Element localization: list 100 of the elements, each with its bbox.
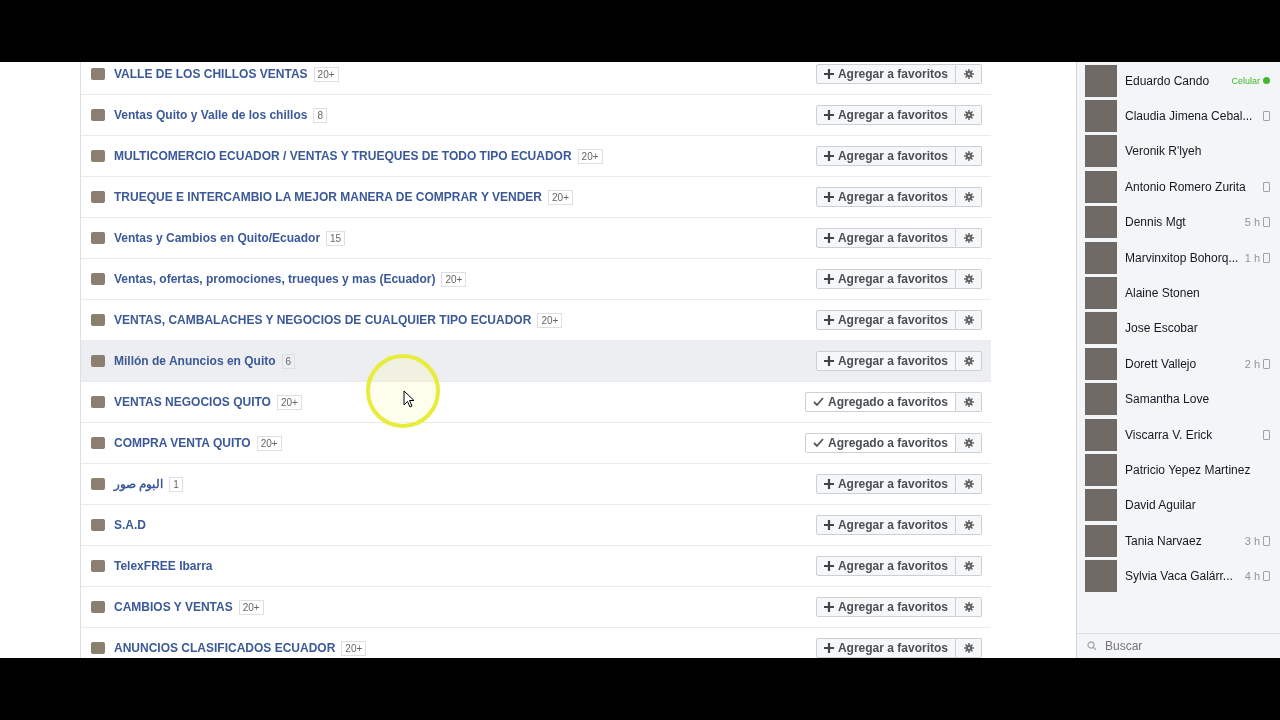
settings-button[interactable]: [956, 310, 982, 330]
settings-icon: [963, 561, 974, 571]
group-row[interactable]: MULTICOMERCIO ECUADOR / VENTAS Y TRUEQUES DE TODO TIPO ECUADOR 20+ Agregar a favoritos: [81, 136, 991, 177]
member-count: 20+: [341, 640, 367, 656]
chat-contact[interactable]: Dorett Vallejo 2 h: [1077, 346, 1280, 382]
group-name-link[interactable]: ANUNCIOS CLASIFICADOS ECUADOR: [114, 641, 336, 655]
group-icon: [91, 273, 105, 285]
group-name-link[interactable]: Ventas, ofertas, promociones, trueques y mas (Ecuador): [114, 272, 436, 286]
group-row[interactable]: Millón de Anuncios en Quito 6 Agregar a favoritos: [81, 341, 991, 382]
group-icon: [91, 355, 105, 367]
settings-button[interactable]: [956, 228, 982, 248]
member-count: 20+: [548, 189, 573, 205]
add-to-favorites-button[interactable]: Agregar a favoritos: [815, 146, 956, 166]
chat-contact[interactable]: Tania Narvaez 3 h: [1077, 523, 1280, 559]
settings-button[interactable]: [956, 433, 982, 453]
group-name-link[interactable]: CAMBIOS Y VENTAS: [114, 600, 233, 614]
chat-contact[interactable]: Patricio Yepez Martinez: [1077, 452, 1280, 488]
settings-button[interactable]: [956, 556, 982, 576]
group-row[interactable]: Ventas, ofertas, promociones, trueques y mas (Ecuador) 20+ Agregar a favoritos: [81, 259, 991, 300]
group-row[interactable]: S.A.D Agregar a favoritos: [81, 505, 991, 546]
add-to-favorites-button[interactable]: Agregar a favoritos: [815, 228, 956, 248]
group-name-link[interactable]: البوم صور: [114, 477, 164, 491]
settings-icon: [963, 69, 974, 79]
last-active-time: Celular: [1231, 75, 1260, 86]
add-to-favorites-button[interactable]: Agregar a favoritos: [815, 638, 956, 658]
group-row[interactable]: COMPRA VENTA QUITO 20+ Agregado a favoritos: [81, 423, 991, 464]
avatar-photo: [1085, 206, 1117, 239]
settings-icon: [963, 233, 974, 243]
add-to-favorites-button[interactable]: Agregar a favoritos: [815, 515, 956, 535]
add-to-favorites-button[interactable]: Agregar a favoritos: [815, 105, 956, 125]
group-row[interactable]: VALLE DE LOS CHILLOS VENTAS 20+ Agregar a favoritos: [81, 62, 991, 95]
settings-button[interactable]: [956, 351, 982, 371]
group-name-link[interactable]: Ventas Quito y Valle de los chillos: [114, 108, 308, 122]
chat-contact[interactable]: David Aguilar: [1077, 487, 1280, 524]
settings-icon: [963, 151, 974, 161]
settings-button[interactable]: [956, 515, 982, 535]
group-name-link[interactable]: S.A.D: [114, 518, 146, 532]
group-name-link[interactable]: COMPRA VENTA QUITO: [114, 436, 251, 450]
chat-contact[interactable]: Alaine Stonen: [1077, 275, 1280, 311]
added-to-favorites-button[interactable]: Agregado a favoritos: [804, 392, 956, 412]
search-field[interactable]: Buscar: [1103, 638, 1257, 654]
group-name-link[interactable]: VENTAS, CAMBALACHES Y NEGOCIOS DE CUALQUIER TIPO ECUADOR: [114, 313, 532, 327]
avatar-photo: [1085, 64, 1117, 97]
group-name-link[interactable]: Millón de Anuncios en Quito: [114, 354, 276, 368]
chat-contact[interactable]: Antonio Romero Zurita: [1077, 169, 1280, 205]
settings-button[interactable]: [956, 146, 982, 166]
group-name-link[interactable]: TRUEQUE E INTERCAMBIO LA MEJOR MANERA DE COMPRAR Y VENDER: [114, 190, 543, 204]
plus-icon: [823, 315, 834, 325]
add-to-favorites-button[interactable]: Agregar a favoritos: [815, 187, 956, 207]
added-to-favorites-button[interactable]: Agregado a favoritos: [804, 433, 956, 453]
chat-contact[interactable]: Dennis Mgt 5 h: [1077, 204, 1280, 240]
chat-contact[interactable]: Claudia Jimena Cebal...: [1077, 98, 1280, 134]
chat-contact[interactable]: Marvinxitop Bohorq... 1 h: [1077, 239, 1280, 276]
add-to-favorites-button[interactable]: Agregar a favoritos: [815, 351, 956, 371]
group-icon: [91, 560, 105, 572]
last-active-time: 2 h: [1244, 357, 1260, 370]
plus-icon: [823, 356, 834, 366]
group-icon: [91, 478, 105, 490]
settings-icon: [963, 110, 974, 120]
group-row[interactable]: TelexFREE Ibarra Agregar a favoritos: [81, 546, 991, 587]
group-row[interactable]: CAMBIOS Y VENTAS 20+ Agregar a favoritos: [81, 587, 991, 628]
settings-button[interactable]: [956, 392, 982, 412]
settings-icon: [963, 192, 974, 202]
chat-contact[interactable]: Samantha Love: [1077, 381, 1280, 417]
group-icon: [91, 68, 105, 80]
chat-contact[interactable]: Sylvia Vaca Galárr... 4 h: [1077, 558, 1280, 594]
add-to-favorites-button[interactable]: Agregar a favoritos: [815, 269, 956, 289]
group-name-link[interactable]: VALLE DE LOS CHILLOS VENTAS: [114, 67, 308, 81]
group-row[interactable]: Ventas Quito y Valle de los chillos 8 Agregar a favoritos: [81, 95, 991, 136]
settings-button[interactable]: [956, 187, 982, 207]
add-to-favorites-button[interactable]: Agregar a favoritos: [815, 556, 956, 576]
add-to-favorites-button[interactable]: Agregar a favoritos: [815, 597, 956, 617]
avatar-photo: [1085, 418, 1117, 451]
avatar-photo: [1085, 383, 1117, 416]
chat-contact[interactable]: Eduardo Cando Celular: [1077, 63, 1280, 99]
settings-button[interactable]: [956, 638, 982, 658]
settings-button[interactable]: [956, 474, 982, 494]
chat-contact[interactable]: Jose Escobar: [1077, 310, 1280, 347]
chat-contact[interactable]: Viscarra V. Erick: [1077, 416, 1280, 453]
last-active-time: 5 h: [1244, 216, 1260, 229]
group-row[interactable]: Ventas y Cambios en Quito/Ecuador 15 Agregar a favoritos: [81, 218, 991, 259]
settings-button[interactable]: [956, 105, 982, 125]
group-name-link[interactable]: VENTAS NEGOCIOS QUITO: [114, 395, 271, 409]
group-name-link[interactable]: Ventas y Cambios en Quito/Ecuador: [114, 231, 321, 245]
last-active-time: 1 h: [1244, 251, 1260, 264]
group-name-link[interactable]: TelexFREE Ibarra: [114, 559, 213, 573]
avatar-photo: [1085, 347, 1117, 380]
group-row[interactable]: TRUEQUE E INTERCAMBIO LA MEJOR MANERA DE COMPRAR Y VENDER 20+ Agregar a favoritos: [81, 177, 991, 218]
settings-button[interactable]: [956, 269, 982, 289]
avatar-photo: [1085, 312, 1117, 345]
settings-button[interactable]: [956, 597, 982, 617]
chat-contact[interactable]: Veronik R'lyeh: [1077, 133, 1280, 170]
add-to-favorites-button[interactable]: Agregar a favoritos: [815, 310, 956, 330]
settings-button[interactable]: [956, 64, 982, 84]
group-row[interactable]: VENTAS NEGOCIOS QUITO 20+ Agregado a favoritos: [81, 382, 991, 423]
settings-icon: [963, 274, 974, 284]
add-to-favorites-button[interactable]: Agregar a favoritos: [815, 64, 956, 84]
group-name-link[interactable]: MULTICOMERCIO ECUADOR / VENTAS Y TRUEQUES DE TODO TIPO ECUADOR: [114, 149, 572, 163]
add-to-favorites-button[interactable]: Agregar a favoritos: [815, 474, 956, 494]
avatar-photo: [1085, 170, 1117, 203]
